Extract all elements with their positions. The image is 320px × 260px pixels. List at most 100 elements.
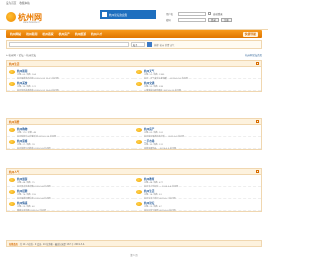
hot-search-text: 热搜: 杭州 美食 天气 xyxy=(154,43,175,47)
forum-item[interactable]: 杭州旅游 主题: 48, 帖数: 75 杭州景点旅游攻略 2019-5-8 杭州网 xyxy=(7,175,134,188)
forum-item[interactable]: 杭州教育 主题: 48, 帖数: 677 杭州中小学招生 ... 2019-5-8 … xyxy=(134,175,261,188)
search-input[interactable] xyxy=(9,42,129,47)
main-nav: 杭州网站 杭州新闻 杭州商家 杭州房产 杭州旅游 杭州人才 快捷导航 xyxy=(6,30,262,38)
forum-name[interactable]: 杭州招聘 xyxy=(17,189,51,193)
forum-stats: 主题: 92, 帖数: 338 xyxy=(144,86,163,89)
search-bar: 帖子 热搜: 杭州 美食 天气 xyxy=(6,40,262,49)
forum-name[interactable]: 杭州论坛 xyxy=(144,201,176,205)
password-label: 密码 xyxy=(166,18,171,22)
forum-section: 杭州人气 杭州旅游 主题: 48, 帖数: 75 杭州景点旅游攻略 2019-5-8… xyxy=(6,168,262,212)
forum-item[interactable]: 杭州交通 主题: 92, 帖数: 338 三墩地铁站即将通车 2019-5-10 杭… xyxy=(134,79,261,92)
register-button[interactable]: 注册 xyxy=(220,17,232,22)
bookmark-link[interactable]: 收藏本站 xyxy=(19,1,29,5)
forum-stats: 主题: 39, 帖数: 121 xyxy=(17,86,36,89)
breadcrumb-sep: › xyxy=(24,53,26,57)
forum-last-post[interactable]: 论坛公告与规则 2019-5-6 杭州网 xyxy=(144,209,176,212)
set-homepage-link[interactable]: 设为首页 xyxy=(6,1,16,5)
forum-status-icon xyxy=(9,69,15,74)
forum-stats: 主题: 63, 帖数: 164 xyxy=(17,74,36,77)
online-label[interactable]: 在线会员 xyxy=(9,242,18,246)
section-title[interactable]: 杭州人气 xyxy=(9,170,19,174)
breadcrumb-item[interactable]: 杭州网 xyxy=(9,53,16,57)
forum-stats: 主题: 172, 帖数: 48 xyxy=(17,132,36,135)
online-stats: 共 14 人在线 - 0 会员, 14 位游客 - 最高记录是 167 于 20… xyxy=(19,242,85,246)
nav-item[interactable]: 杭州人才 xyxy=(91,32,102,36)
qr-code-icon xyxy=(102,12,107,17)
forum-item[interactable]: 二手市场 主题: 32, 帖数: 131 出售闲置物品 ... 2019-5-9 杭… xyxy=(134,137,261,150)
collapse-icon[interactable] xyxy=(256,120,259,123)
forum-status-icon xyxy=(9,127,15,132)
site-header: 杭州网 www.hzwww.cn 杭州论坛欢迎您 用户名 自动登录 密码 登录 … xyxy=(0,6,268,30)
breadcrumb-item[interactable]: 论坛 xyxy=(19,53,24,57)
forum-last-post[interactable]: 杭州特色美食推荐 2019-5-11 20:34 杭州网 xyxy=(17,89,59,92)
forum-name[interactable]: 杭州情感 xyxy=(17,201,46,205)
forum-name[interactable]: 杭州交通 xyxy=(144,81,181,85)
username-label: 用户名 xyxy=(166,12,174,16)
banner-text: 杭州论坛欢迎您 xyxy=(109,13,128,17)
password-input[interactable] xyxy=(178,17,206,22)
forum-name[interactable]: 杭州天气 xyxy=(144,69,188,73)
nav-item[interactable]: 杭州网站 xyxy=(10,32,21,36)
site-logo[interactable]: 杭州网 www.hzwww.cn xyxy=(6,9,48,25)
collapse-icon[interactable] xyxy=(256,170,259,173)
nav-item[interactable]: 杭州旅游 xyxy=(75,32,86,36)
forum-stats: 主题: 14, 帖数: 53 xyxy=(144,194,162,197)
login-button[interactable]: 登录 xyxy=(208,17,219,22)
forum-item[interactable]: 杭州论坛 主题: 22, 帖数: 67 论坛公告与规则 2019-5-6 杭州网 xyxy=(134,199,261,212)
forum-item[interactable]: 杭州招聘 主题: 76, 帖数: 155 杭州最新招聘信息 2019-5-8 杭州网 xyxy=(7,187,134,200)
forum-stats: 主题: 76, 帖数: 155 xyxy=(17,194,36,197)
forum-item[interactable]: 杭州房产 主题: 62, 帖数: 102 杭州房价最新动态分析 ... 2019-5… xyxy=(134,125,261,138)
forum-name[interactable]: 杭州新闻 xyxy=(17,69,59,73)
header-banner[interactable]: 杭州论坛欢迎您 xyxy=(100,10,156,19)
forum-last-post[interactable]: 杭州装修公司推荐 2019-5-9 杭州网 xyxy=(17,147,51,150)
forum-status-icon xyxy=(136,127,142,132)
breadcrumb-item[interactable]: 杭州论坛 xyxy=(26,53,36,57)
forum-status-icon xyxy=(9,201,15,206)
forum-item[interactable]: 杭州生活 主题: 14, 帖数: 53 杭州生活小常识 2019-5-7 杭州网 xyxy=(134,187,261,200)
forum-name[interactable]: 杭州美食 xyxy=(17,81,59,85)
forum-name[interactable]: 二手市场 xyxy=(144,139,176,143)
logo-mark-icon xyxy=(6,12,16,22)
collapse-icon[interactable] xyxy=(256,62,259,65)
section-title[interactable]: 杭州消费 xyxy=(9,120,19,124)
forum-name[interactable]: 杭州购物 xyxy=(17,127,56,131)
forum-item[interactable]: 杭州新闻 主题: 63, 帖数: 164 杭州最新发布消息 2019-5-12 21… xyxy=(7,67,134,80)
username-input[interactable] xyxy=(178,11,206,16)
nav-item[interactable]: 杭州商家 xyxy=(42,32,53,36)
forum-section: 杭州消费 杭州购物 主题: 172, 帖数: 48 杭州购物中心优惠活动 2019-… xyxy=(6,118,262,150)
forum-stats: 主题: 22, 帖数: 67 xyxy=(144,206,162,209)
forum-name[interactable]: 杭州装修 xyxy=(17,139,51,143)
nav-item[interactable]: 杭州房产 xyxy=(59,32,70,36)
forum-last-post[interactable]: 情感交流话题 2019-5-7 杭州网 xyxy=(17,209,46,212)
pager[interactable]: 第 1 页 xyxy=(0,252,268,257)
remember-label: 自动登录 xyxy=(213,12,223,16)
forum-item[interactable]: 杭州美食 主题: 39, 帖数: 121 杭州特色美食推荐 2019-5-11 20… xyxy=(7,79,134,92)
logo-subtitle: www.hzwww.cn xyxy=(23,21,40,24)
forum-last-post[interactable]: 出售闲置物品 ... 2019-5-9 杭州网 xyxy=(144,147,176,150)
forum-status-icon xyxy=(9,81,15,86)
forum-name[interactable]: 杭州生活 xyxy=(144,189,176,193)
forum-last-post[interactable]: 三墩地铁站即将通车 2019-5-10 杭州网 xyxy=(144,89,181,92)
forum-item[interactable]: 杭州购物 主题: 172, 帖数: 48 杭州购物中心优惠活动 2019-5-10 … xyxy=(7,125,134,138)
forum-stats: 主题: 27, 帖数: 78 xyxy=(17,144,35,147)
forum-name[interactable]: 杭州教育 xyxy=(144,177,178,181)
forum-item[interactable]: 杭州情感 主题: 29, 帖数: 60 情感交流话题 2019-5-7 杭州网 xyxy=(7,199,134,212)
forum-home-link[interactable]: 杭州网论坛首页 xyxy=(245,53,262,57)
forum-stats: 主题: 32, 帖数: 131 xyxy=(144,144,163,147)
forum-item[interactable]: 杭州天气 主题: 51, 帖数: 1385 杭州：天气变化注意保暖 ... 2019… xyxy=(134,67,261,80)
forum-item[interactable]: 杭州装修 主题: 27, 帖数: 78 杭州装修公司推荐 2019-5-9 杭州网 xyxy=(7,137,134,150)
forum-stats: 主题: 48, 帖数: 75 xyxy=(17,182,35,185)
home-icon[interactable]: ⌂ xyxy=(6,54,8,57)
section-title[interactable]: 杭州生活 xyxy=(9,62,19,66)
quick-nav-button[interactable]: 快捷导航 xyxy=(242,31,258,37)
search-type-select[interactable]: 帖子 xyxy=(131,42,145,47)
search-icon[interactable] xyxy=(147,42,152,47)
forum-stats: 主题: 62, 帖数: 102 xyxy=(144,132,163,135)
forum-section: 杭州生活 杭州新闻 主题: 63, 帖数: 164 杭州最新发布消息 2019-5-… xyxy=(6,60,262,92)
forum-name[interactable]: 杭州房产 xyxy=(144,127,184,131)
forum-status-icon xyxy=(9,139,15,144)
forum-status-icon xyxy=(136,189,142,194)
remember-checkbox[interactable] xyxy=(208,12,211,15)
nav-item[interactable]: 杭州新闻 xyxy=(26,32,37,36)
forum-name[interactable]: 杭州旅游 xyxy=(17,177,51,181)
